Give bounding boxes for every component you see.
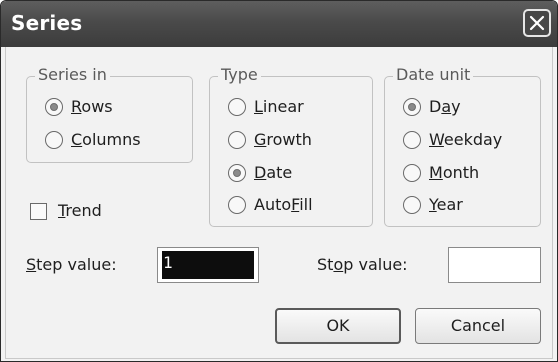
radio-weekday[interactable]: Weekday [403,128,533,152]
radio-year-indicator[interactable] [403,196,421,214]
radio-month-indicator[interactable] [403,164,421,182]
radio-day-label: Day [429,97,461,116]
radio-growth[interactable]: Growth [228,128,368,152]
title-bar[interactable]: Series [1,1,557,47]
radio-columns-indicator[interactable] [45,131,63,149]
close-icon [529,15,545,31]
stop-value-input[interactable] [448,247,541,283]
date-unit-legend: Date unit [393,65,474,85]
step-value-label: Step value: [26,255,117,274]
radio-day[interactable]: Day [403,95,533,119]
radio-date-indicator[interactable] [228,164,246,182]
radio-weekday-indicator[interactable] [403,131,421,149]
trend-label: Trend [58,201,102,220]
radio-year-label: Year [429,195,463,214]
radio-rows-indicator[interactable] [45,98,63,116]
radio-month[interactable]: Month [403,161,533,185]
radio-year[interactable]: Year [403,193,533,217]
trend-checkbox[interactable]: Trend [30,199,150,223]
radio-weekday-label: Weekday [429,130,503,149]
step-value-input[interactable]: 1 [157,247,259,283]
radio-date-label: Date [254,163,293,182]
radio-linear[interactable]: Linear [228,95,368,119]
radio-linear-indicator[interactable] [228,98,246,116]
radio-autofill-label: AutoFill [254,195,313,214]
radio-day-indicator[interactable] [403,98,421,116]
radio-month-label: Month [429,163,480,182]
cancel-button[interactable]: Cancel [415,308,541,344]
dialog-title: Series [11,11,83,35]
close-button[interactable] [523,9,551,37]
dialog-body: Series in Rows Columns Trend Type Linear [5,47,553,359]
step-value-text: 1 [163,253,173,272]
radio-linear-label: Linear [254,97,304,116]
series-in-group: Series in Rows Columns [26,65,193,163]
radio-date[interactable]: Date [228,161,368,185]
stop-value-label: Stop value: [317,255,408,274]
radio-rows-label: Rows [71,97,113,116]
radio-autofill[interactable]: AutoFill [228,193,368,217]
radio-growth-label: Growth [254,130,312,149]
ok-button[interactable]: OK [275,308,401,344]
step-value-selection [162,251,254,279]
series-dialog: Series Series in Rows Columns Trend Type… [0,0,558,362]
type-legend: Type [218,65,261,85]
type-group: Type Linear Growth Date AutoFill [209,65,373,227]
radio-growth-indicator[interactable] [228,131,246,149]
radio-columns-label: Columns [71,130,141,149]
radio-autofill-indicator[interactable] [228,196,246,214]
radio-columns[interactable]: Columns [45,128,185,152]
series-in-legend: Series in [35,65,110,85]
radio-rows[interactable]: Rows [45,95,185,119]
date-unit-group: Date unit Day Weekday Month Year [384,65,541,227]
trend-checkbox-box[interactable] [30,203,47,220]
